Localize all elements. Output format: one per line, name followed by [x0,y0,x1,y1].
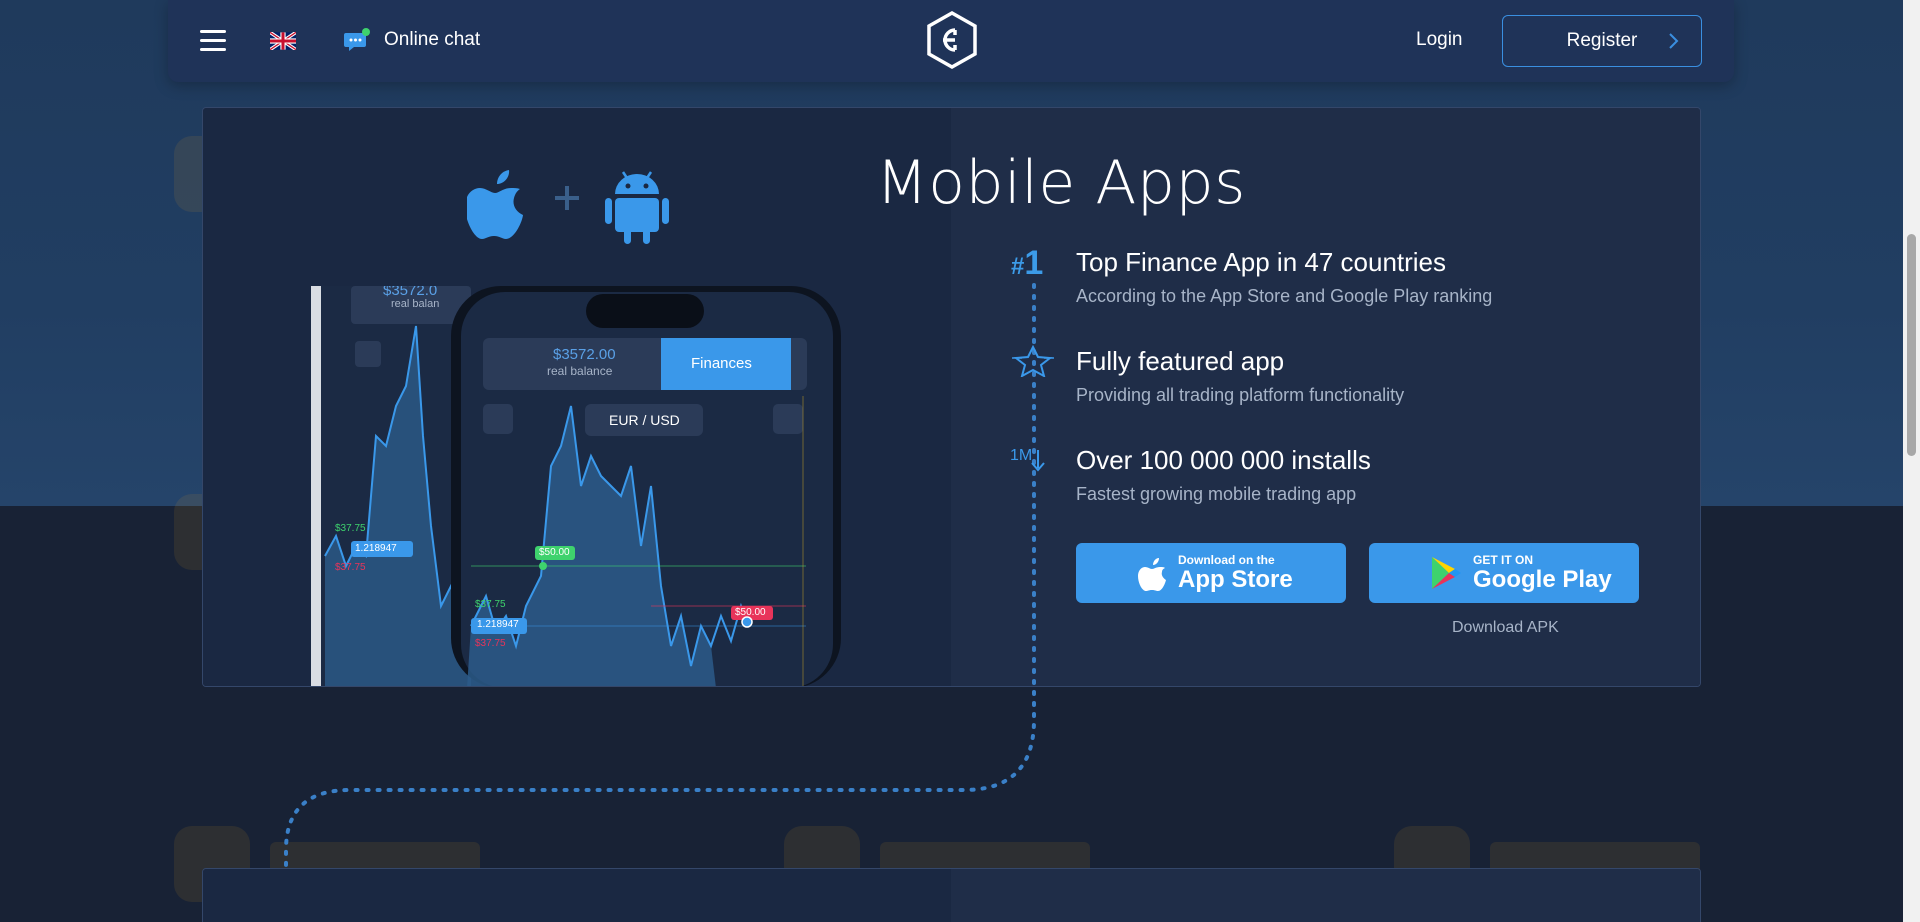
chat-bubble-icon [344,28,370,51]
phone-mockup: $3572.0 real balan $37.75 1.218947 $37.7… [311,286,851,686]
phone-balance-label: real balance [547,364,613,378]
download-apk-link[interactable]: Download APK [1452,619,1559,637]
phone-back-balance-label: real balan [391,298,440,310]
phone-back-price-up: $37.75 [335,523,366,534]
feature-subtitle: Fastest growing mobile trading app [1076,484,1357,504]
login-link[interactable]: Login [1416,29,1463,51]
scrollbar-track[interactable] [1903,0,1920,922]
apple-icon [1138,558,1166,591]
phone-balance: $3572.00 [553,346,616,363]
panel-left-showcase: $3572.0 real balan $37.75 1.218947 $37.7… [203,108,951,686]
phone-back-price-tag: 1.218947 [355,543,397,554]
google-play-small-text: GET IT ON [1473,552,1533,567]
phone-price-up: $37.75 [475,599,506,610]
feature-top-finance: Top Finance App in 47 countries Accordin… [1076,247,1492,307]
scrollbar-thumb[interactable] [1907,234,1916,456]
online-chat-link[interactable]: Online chat [344,28,480,52]
phone-currency-pair: EUR / USD [609,412,680,428]
phone-green-tag: $50.00 [539,547,570,558]
uk-flag-icon[interactable] [270,32,296,50]
page-title: Mobile Apps [876,148,1246,218]
phone-back-price-down: $37.75 [335,562,366,573]
feature-subtitle: Providing all trading platform functiona… [1076,385,1405,405]
feature-title: Top Finance App in 47 countries [1076,247,1447,277]
phone-price-down: $37.75 [475,638,506,649]
app-store-small-text: Download on the [1178,552,1275,567]
phone-finances-tab: Finances [691,355,752,372]
register-label: Register [1566,30,1638,51]
next-section-panel [202,868,1701,922]
register-button[interactable]: Register [1502,15,1702,67]
star-icon [1012,345,1054,377]
phone-red-tag: $50.00 [735,607,766,618]
chevron-right-icon [1669,33,1679,49]
google-play-big-text: Google Play [1473,565,1612,593]
top-navigation-bar: Online chat Login Register [168,0,1734,82]
feature-subtitle: According to the App Store and Google Pl… [1076,286,1493,306]
feature-fully-featured: Fully featured app Providing all trading… [1076,346,1404,406]
feature-installs: Over 100 000 000 installs Fastest growin… [1076,445,1371,505]
online-chat-label: Online chat [384,29,481,50]
hamburger-menu-icon[interactable] [200,30,226,52]
app-store-big-text: App Store [1178,565,1293,593]
app-store-button[interactable]: Download on the App Store [1076,543,1346,603]
feature-title: Over 100 000 000 installs [1076,445,1371,475]
phone-level-tag: 1.218947 [477,619,519,630]
brand-logo[interactable] [925,10,979,70]
installs-icon-label: 1M [1010,447,1033,464]
google-play-icon [1432,557,1461,589]
platform-icons [467,170,669,244]
apple-icon [467,170,523,239]
google-play-button[interactable]: GET IT ON Google Play [1369,543,1639,603]
android-icon [605,171,669,244]
feature-title: Fully featured app [1076,346,1285,376]
number-one-icon: #1 [1011,244,1044,282]
